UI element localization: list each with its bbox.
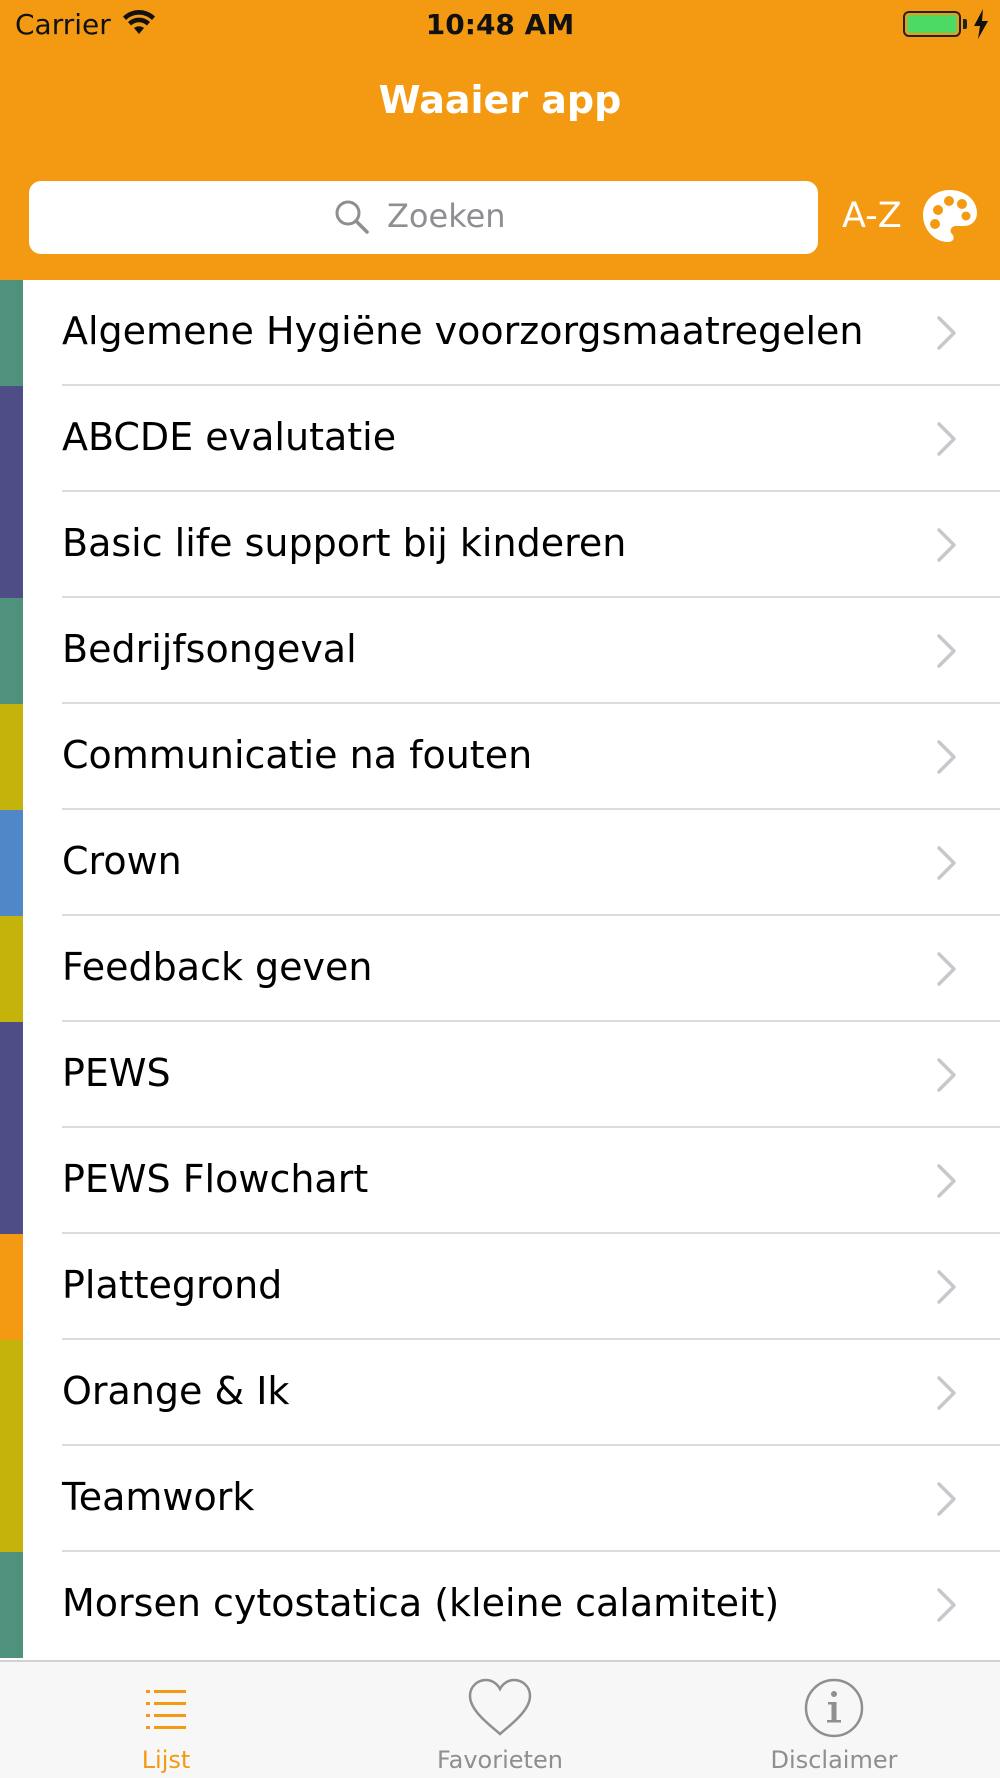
info-icon (804, 1678, 864, 1738)
list-item[interactable]: Crown (0, 810, 1000, 916)
list-item-label: PEWS (62, 1051, 171, 1095)
tab-bar: Lijst Favorieten Disclaimer (0, 1660, 1000, 1778)
status-bar: Carrier 10:48 AM (0, 0, 1000, 50)
list-item-label: Communicatie na fouten (62, 733, 533, 777)
list-item[interactable]: Orange & Ik (0, 1340, 1000, 1446)
chevron-right-icon (937, 634, 956, 668)
tab-disclaimer-label: Disclaimer (770, 1746, 898, 1774)
list-item[interactable]: Feedback geven (0, 916, 1000, 1022)
chevron-right-icon (937, 1164, 956, 1198)
list-item[interactable]: Bedrijfsongeval (0, 598, 1000, 704)
search-placeholder: Zoeken (387, 197, 506, 235)
sort-az-button[interactable]: A-Z (842, 196, 902, 236)
category-color-bar (0, 1340, 23, 1446)
chevron-right-icon (937, 316, 956, 350)
tab-favorieten-label: Favorieten (437, 1746, 563, 1774)
chevron-right-icon (937, 1376, 956, 1410)
search-input[interactable]: Zoeken (29, 181, 818, 254)
battery-tip (963, 19, 967, 29)
tab-disclaimer[interactable]: Disclaimer (734, 1662, 934, 1778)
category-color-bar (0, 1552, 23, 1658)
chevron-right-icon (937, 740, 956, 774)
list-item-label: Crown (62, 839, 182, 883)
list-item-label: Algemene Hygiëne voorzorgsmaatregelen (62, 309, 864, 353)
category-color-bar (0, 492, 23, 598)
list-item[interactable]: Communicatie na fouten (0, 704, 1000, 810)
chevron-right-icon (937, 952, 956, 986)
list-item-label: Orange & Ik (62, 1369, 290, 1413)
list-item[interactable]: Teamwork (0, 1446, 1000, 1552)
category-color-bar (0, 1234, 23, 1340)
category-color-bar (0, 1446, 23, 1552)
category-color-bar (0, 386, 23, 492)
list-item[interactable]: PEWS (0, 1022, 1000, 1128)
list-item-label: ABCDE evalutatie (62, 415, 397, 459)
list-item[interactable]: Algemene Hygiëne voorzorgsmaatregelen (0, 280, 1000, 386)
category-color-bar (0, 810, 23, 916)
battery-icon (903, 11, 961, 37)
chevron-right-icon (937, 528, 956, 562)
clock: 10:48 AM (425, 8, 575, 41)
chevron-right-icon (937, 1482, 956, 1516)
list-icon (146, 1690, 186, 1729)
list-item-label: Feedback geven (62, 945, 373, 989)
category-color-bar (0, 598, 23, 704)
list-item[interactable]: Plattegrond (0, 1234, 1000, 1340)
list-item-label: Teamwork (62, 1475, 255, 1519)
list-item[interactable]: PEWS Flowchart (0, 1128, 1000, 1234)
list-item[interactable]: Basic life support bij kinderen (0, 492, 1000, 598)
category-color-bar (0, 1128, 23, 1234)
chevron-right-icon (937, 1588, 956, 1622)
chevron-right-icon (937, 846, 956, 880)
charging-bolt-icon (974, 9, 988, 39)
topic-list: Algemene Hygiëne voorzorgsmaatregelen AB… (0, 280, 1000, 1660)
search-icon (335, 200, 369, 234)
chevron-right-icon (937, 1058, 956, 1092)
tab-lijst[interactable]: Lijst (66, 1662, 266, 1778)
app-header: Carrier 10:48 AM Waaier app Zoeken A-Z (0, 0, 1000, 280)
category-color-bar (0, 704, 23, 810)
chevron-right-icon (937, 422, 956, 456)
tab-lijst-label: Lijst (141, 1746, 191, 1774)
list-item-label: Bedrijfsongeval (62, 627, 357, 671)
category-color-bar (0, 916, 23, 1022)
list-item[interactable]: ABCDE evalutatie (0, 386, 1000, 492)
list-item-label: Morsen cytostatica (kleine calamiteit) (62, 1581, 780, 1625)
heart-icon (468, 1678, 532, 1736)
page-title: Waaier app (378, 78, 622, 122)
list-item-label: Basic life support bij kinderen (62, 521, 627, 565)
list-item-label: PEWS Flowchart (62, 1157, 369, 1201)
category-color-bar (0, 280, 23, 386)
chevron-right-icon (937, 1270, 956, 1304)
palette-icon[interactable] (920, 186, 980, 246)
list-item-label: Plattegrond (62, 1263, 283, 1307)
tab-favorieten[interactable]: Favorieten (400, 1662, 600, 1778)
list-item[interactable]: Morsen cytostatica (kleine calamiteit) (0, 1552, 1000, 1658)
category-color-bar (0, 1022, 23, 1128)
